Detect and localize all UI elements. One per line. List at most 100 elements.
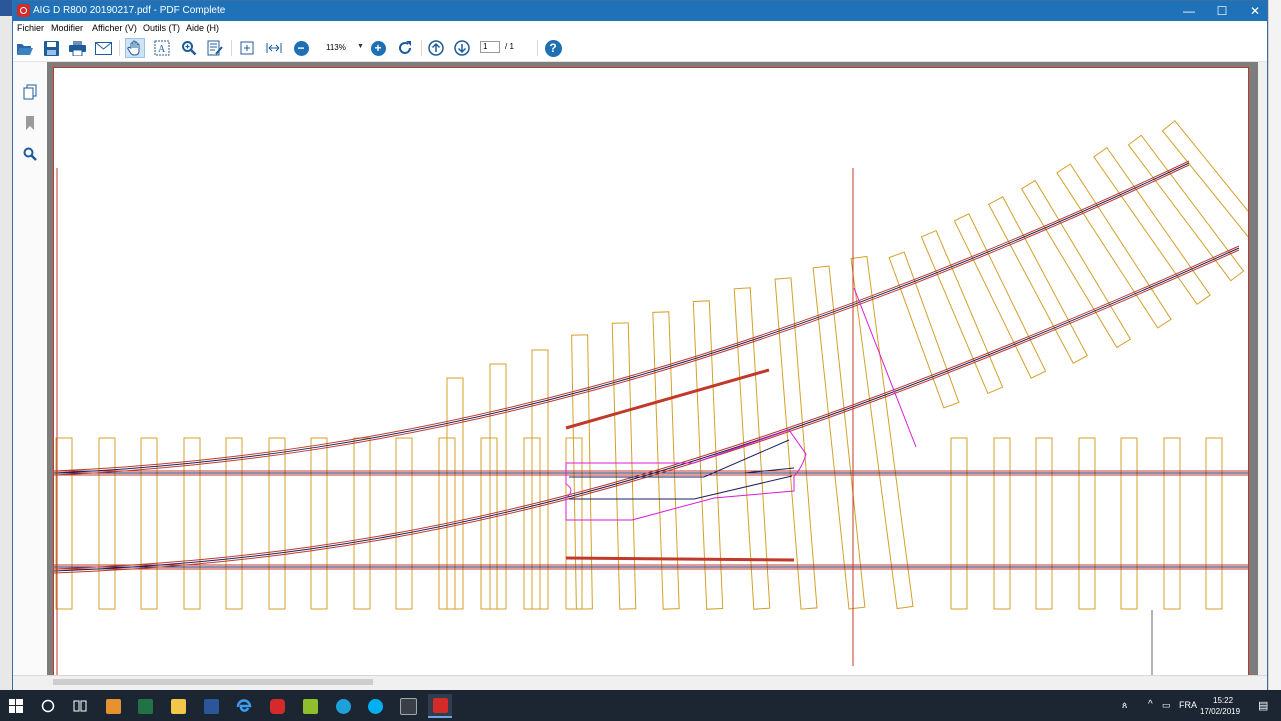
curved-centerline — [54, 247, 1240, 572]
sleeper — [1035, 437, 1053, 610]
help-icon: ? — [544, 39, 562, 57]
cortana-button[interactable] — [36, 694, 60, 718]
tray-chevron-icon[interactable]: ^ — [1148, 699, 1153, 710]
email-button[interactable] — [93, 38, 113, 58]
sleeper — [1020, 179, 1132, 349]
print-button[interactable] — [67, 38, 87, 58]
start-icon — [9, 699, 23, 713]
app-green-icon — [302, 698, 318, 714]
zoom-dropdown-icon[interactable]: ▼ — [357, 43, 364, 50]
taskbar-app-excel[interactable] — [133, 694, 157, 718]
zoom-tool-button[interactable] — [179, 38, 199, 58]
file-explorer-icon — [170, 698, 186, 714]
taskbar-app-explorer[interactable] — [166, 694, 190, 718]
page-total: / 1 — [505, 42, 514, 51]
text-select-icon: A — [154, 40, 170, 56]
select-text-button[interactable]: A — [152, 38, 172, 58]
pdf-page — [53, 67, 1249, 675]
taskbar-app-pdf-active[interactable] — [428, 694, 452, 718]
sleeper — [1205, 437, 1223, 610]
zoom-in-button[interactable]: + — [368, 38, 388, 58]
edge-icon — [236, 699, 252, 712]
document-view[interactable] — [47, 62, 1259, 675]
menu-fichier[interactable]: Fichier — [17, 23, 44, 33]
sleeper — [1093, 146, 1211, 306]
svg-text:A: A — [158, 44, 166, 55]
zoom-level[interactable]: 113% — [326, 43, 346, 52]
people-icon[interactable]: ጰ — [1122, 700, 1127, 711]
start-button[interactable] — [4, 694, 28, 718]
envelope-icon — [94, 41, 112, 55]
toolbar-separator — [119, 40, 120, 56]
taskbar-app-pdf-complete[interactable] — [265, 694, 289, 718]
pdf-window: AIG D R800 20190217.pdf - PDF Complete —… — [12, 0, 1268, 690]
sleepers-layer — [55, 120, 1248, 610]
magnifier-icon — [182, 41, 197, 56]
taskbar-app-display[interactable] — [396, 694, 420, 718]
sleeper — [140, 437, 158, 610]
sleeper — [480, 437, 498, 610]
minimize-button[interactable]: — — [1173, 1, 1205, 21]
fit-width-button[interactable] — [264, 38, 284, 58]
sleeper — [988, 196, 1088, 364]
taskbar-app-green[interactable] — [298, 694, 322, 718]
pencil-note-icon — [207, 40, 223, 56]
rotate-button[interactable] — [395, 38, 415, 58]
save-button[interactable] — [41, 38, 61, 58]
background-app-strip — [0, 0, 12, 690]
network-icon[interactable]: ▭ — [1162, 700, 1171, 711]
sleeper — [1078, 437, 1096, 610]
taskbar: ጰ ^ ▭ FRA 15:22 17/02/2019 ▤ — [0, 690, 1281, 721]
maximize-button[interactable]: ☐ — [1206, 1, 1238, 21]
joint-line — [853, 287, 917, 448]
toolbar-separator — [421, 40, 422, 56]
clock-date[interactable]: 17/02/2019 — [1200, 707, 1240, 716]
help-button[interactable]: ? — [543, 38, 563, 58]
sleeper — [225, 437, 243, 610]
sleeper — [353, 437, 371, 610]
curved-centerline — [54, 162, 1190, 474]
menu-afficher[interactable]: Afficher (V) — [92, 23, 137, 33]
horizontal-scroll-thumb[interactable] — [53, 679, 373, 685]
next-page-button[interactable] — [452, 38, 472, 58]
taskbar-app-edge[interactable] — [232, 694, 256, 718]
zoom-out-button[interactable]: − — [291, 38, 311, 58]
sleeper — [98, 437, 116, 610]
pdf-active-icon — [432, 697, 448, 713]
notifications-icon[interactable]: ▤ — [1258, 699, 1268, 712]
pages-panel-button[interactable] — [21, 83, 39, 101]
menu-aide[interactable]: Aide (H) — [186, 23, 219, 33]
taskbar-app-cyan[interactable] — [331, 694, 355, 718]
open-button[interactable] — [15, 38, 35, 58]
sleeper — [268, 437, 286, 610]
sleeper — [993, 437, 1011, 610]
taskbar-app-media[interactable] — [101, 694, 125, 718]
fit-page-button[interactable] — [237, 38, 257, 58]
floppy-disk-icon — [43, 40, 59, 56]
pages-icon — [23, 84, 37, 100]
sleeper — [920, 229, 1004, 395]
vertical-scrollbar[interactable] — [1258, 62, 1267, 675]
clock-time[interactable]: 15:22 — [1213, 696, 1233, 705]
toolbar-separator — [537, 40, 538, 56]
annotate-button[interactable] — [205, 38, 225, 58]
page-number-input[interactable]: 1 — [480, 41, 500, 53]
task-view-button[interactable] — [68, 694, 92, 718]
menu-modifier[interactable]: Modifier — [51, 23, 83, 33]
search-panel-button[interactable] — [21, 145, 39, 163]
prev-page-button[interactable] — [426, 38, 446, 58]
guard-rail — [565, 368, 770, 430]
bookmarks-panel-button[interactable] — [21, 114, 39, 132]
rails-layer — [54, 160, 1248, 574]
hand-tool-button[interactable] — [125, 38, 145, 58]
fit-width-icon — [266, 43, 282, 53]
language-indicator[interactable]: FRA — [1179, 700, 1197, 710]
folder-open-icon — [17, 43, 33, 55]
taskbar-app-skype[interactable] — [363, 694, 387, 718]
sleeper — [1127, 134, 1245, 282]
taskbar-app-word[interactable] — [199, 694, 223, 718]
display-icon — [399, 697, 417, 715]
close-button[interactable]: ✕ — [1239, 1, 1271, 21]
menu-outils[interactable]: Outils (T) — [143, 23, 180, 33]
printer-icon — [68, 40, 86, 56]
